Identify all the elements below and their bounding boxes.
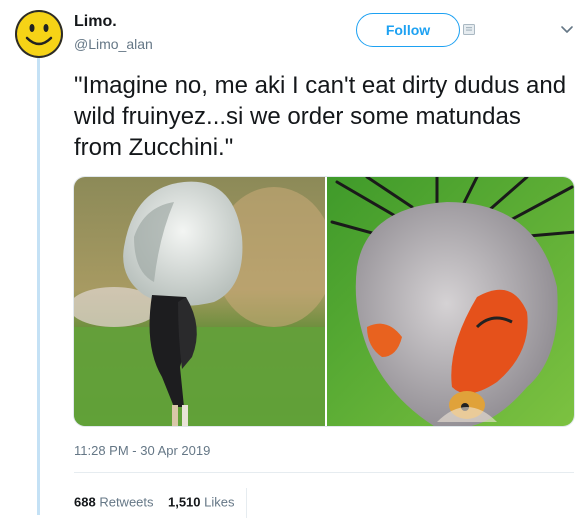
follow-badge-icon xyxy=(463,24,475,35)
retweets-stat[interactable]: 688 Retweets xyxy=(74,494,154,509)
tweet-stats: 688 Retweets 1,510 Likes xyxy=(74,488,248,518)
retweets-label: Retweets xyxy=(99,494,154,510)
chevron-down-icon[interactable] xyxy=(560,22,574,36)
user-handle[interactable]: @Limo_alan xyxy=(74,36,153,52)
bird-legs-photo[interactable] xyxy=(74,177,325,427)
tweet-media[interactable] xyxy=(73,176,575,427)
thread-line xyxy=(37,58,40,515)
tweet-timestamp[interactable]: 11:28 PM - 30 Apr 2019 xyxy=(74,443,210,458)
likes-label: Likes xyxy=(204,494,235,510)
divider xyxy=(74,472,574,473)
follow-button[interactable]: Follow xyxy=(356,13,460,47)
tweet-text: "Imagine no, me aki I can't eat dirty du… xyxy=(74,72,567,161)
user-name[interactable]: Limo. xyxy=(74,13,117,31)
likes-stat[interactable]: 1,510 Likes xyxy=(168,494,235,509)
smiley-face-icon xyxy=(25,24,53,46)
likes-count: 1,510 xyxy=(167,494,201,510)
stats-divider xyxy=(246,488,248,518)
bird-face-photo[interactable] xyxy=(327,177,575,427)
avatar[interactable] xyxy=(15,10,63,58)
retweets-count: 688 xyxy=(74,494,96,510)
